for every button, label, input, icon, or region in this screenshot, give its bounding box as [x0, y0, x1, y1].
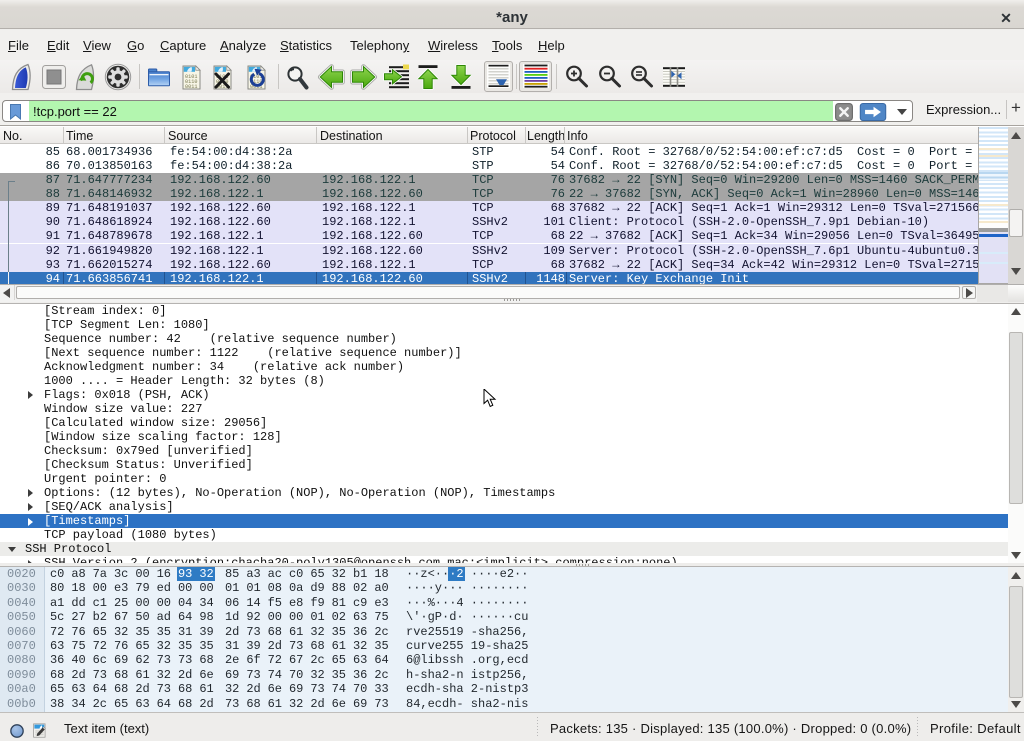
svg-text:0011: 0011 — [185, 84, 197, 90]
